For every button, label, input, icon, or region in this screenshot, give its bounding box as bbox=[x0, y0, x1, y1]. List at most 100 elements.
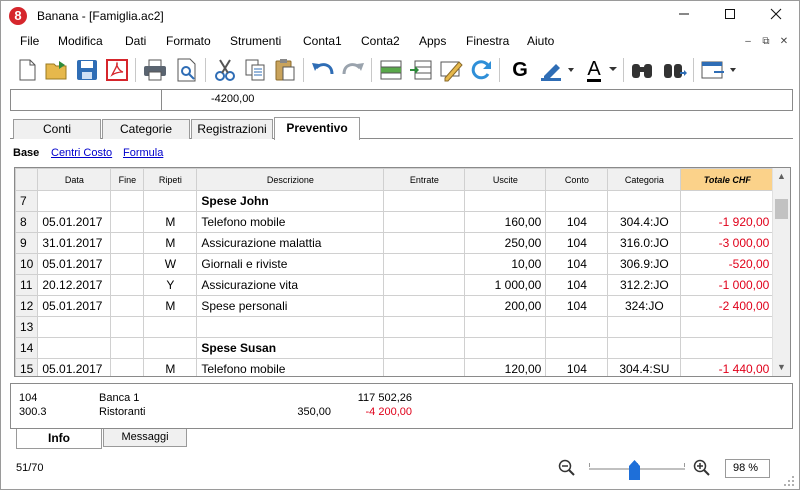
cell-uscite[interactable] bbox=[464, 316, 547, 338]
cell-ripeti[interactable]: M bbox=[143, 358, 198, 376]
cell-descrizione[interactable]: Giornali e riviste bbox=[196, 253, 385, 275]
zoom-slider-thumb[interactable] bbox=[629, 460, 641, 480]
cell-data[interactable] bbox=[37, 337, 112, 359]
highlight-icon[interactable] bbox=[537, 55, 577, 85]
open-folder-icon[interactable] bbox=[43, 55, 71, 85]
menu-file[interactable]: File bbox=[20, 34, 39, 48]
cell-fine[interactable] bbox=[110, 316, 145, 338]
cell-fine[interactable] bbox=[110, 211, 145, 233]
cell-ripeti[interactable]: Y bbox=[143, 274, 198, 296]
banana-app-icon[interactable]: 8 bbox=[9, 7, 27, 25]
menu-strumenti[interactable]: Strumenti bbox=[230, 34, 281, 48]
cell-conto[interactable]: 104 bbox=[545, 274, 609, 296]
view-base[interactable]: Base bbox=[13, 147, 39, 159]
cell-uscite[interactable]: 10,00 bbox=[464, 253, 547, 275]
maximize-button[interactable] bbox=[707, 1, 753, 32]
table-row[interactable]: 10 05.01.2017 W Giornali e riviste 10,00 104 3… bbox=[15, 253, 775, 275]
cell-entrate[interactable] bbox=[383, 190, 466, 212]
menu-formato[interactable]: Formato bbox=[166, 34, 211, 48]
cell-value[interactable]: -4200,00 bbox=[211, 93, 254, 105]
cell-ripeti[interactable] bbox=[143, 337, 198, 359]
cell-data[interactable]: 05.01.2017 bbox=[37, 253, 112, 275]
tab-messaggi[interactable]: Messaggi bbox=[103, 429, 187, 447]
zoom-in-icon[interactable] bbox=[693, 459, 711, 480]
cell-entrate[interactable] bbox=[383, 295, 466, 317]
cell-totale[interactable]: -1 920,00 bbox=[680, 211, 775, 233]
cell-descrizione[interactable]: Assicurazione vita bbox=[196, 274, 385, 296]
mdi-close-icon[interactable]: ✕ bbox=[777, 35, 791, 49]
col-header-data[interactable]: Data bbox=[37, 168, 112, 191]
cell-categoria[interactable]: 316.0:JO bbox=[607, 232, 682, 254]
cell-conto[interactable]: 104 bbox=[545, 295, 609, 317]
scroll-thumb[interactable] bbox=[775, 199, 788, 219]
scroll-down-icon[interactable]: ▼ bbox=[773, 359, 790, 376]
cell-uscite[interactable]: 1 000,00 bbox=[464, 274, 547, 296]
tab-registrazioni[interactable]: Registrazioni bbox=[191, 119, 273, 139]
resize-grip-icon[interactable] bbox=[783, 475, 795, 487]
tab-preventivo[interactable]: Preventivo bbox=[274, 117, 360, 140]
cell-data[interactable]: 31.01.2017 bbox=[37, 232, 112, 254]
cell-uscite[interactable]: 160,00 bbox=[464, 211, 547, 233]
cell-categoria[interactable]: 312.2:JO bbox=[607, 274, 682, 296]
close-button[interactable] bbox=[753, 1, 799, 32]
cell-entrate[interactable] bbox=[383, 253, 466, 275]
cell-conto[interactable]: 104 bbox=[545, 253, 609, 275]
cell-conto[interactable]: 104 bbox=[545, 232, 609, 254]
cell-conto[interactable]: 104 bbox=[545, 211, 609, 233]
menu-aiuto[interactable]: Aiuto bbox=[527, 34, 554, 48]
menu-finestra[interactable]: Finestra bbox=[466, 34, 509, 48]
table-row[interactable]: 12 05.01.2017 M Spese personali 200,00 104 324… bbox=[15, 295, 775, 317]
cell-uscite[interactable] bbox=[464, 190, 547, 212]
cell-categoria[interactable] bbox=[607, 190, 682, 212]
cell-entrate[interactable] bbox=[383, 358, 466, 376]
table-row[interactable]: 14 Spese Susan bbox=[15, 337, 775, 359]
table-row[interactable]: 7 Spese John bbox=[15, 190, 775, 212]
mdi-minimize-icon[interactable]: – bbox=[741, 35, 755, 49]
menu-conta1[interactable]: Conta1 bbox=[303, 34, 342, 48]
cell-conto[interactable] bbox=[545, 190, 609, 212]
cell-fine[interactable] bbox=[110, 337, 145, 359]
cell-reference[interactable] bbox=[11, 90, 162, 110]
cell-fine[interactable] bbox=[110, 253, 145, 275]
edit-icon[interactable] bbox=[437, 55, 465, 85]
cell-fine[interactable] bbox=[110, 190, 145, 212]
bold-icon[interactable]: G bbox=[506, 55, 534, 85]
cell-totale[interactable] bbox=[680, 316, 775, 338]
minimize-button[interactable] bbox=[661, 1, 707, 32]
cell-uscite[interactable]: 120,00 bbox=[464, 358, 547, 376]
cell-data[interactable]: 05.01.2017 bbox=[37, 358, 112, 376]
menu-apps[interactable]: Apps bbox=[419, 34, 446, 48]
col-header-descrizione[interactable]: Descrizione bbox=[196, 168, 385, 191]
cell-data[interactable] bbox=[37, 316, 112, 338]
mdi-restore-icon[interactable]: ⧉ bbox=[759, 35, 773, 49]
tab-info[interactable]: Info bbox=[16, 429, 102, 449]
cell-entrate[interactable] bbox=[383, 337, 466, 359]
pdf-icon[interactable] bbox=[103, 55, 131, 85]
undo-icon[interactable] bbox=[309, 55, 337, 85]
cell-totale[interactable] bbox=[680, 190, 775, 212]
cell-uscite[interactable] bbox=[464, 337, 547, 359]
menu-conta2[interactable]: Conta2 bbox=[361, 34, 400, 48]
table-row[interactable]: 8 05.01.2017 M Telefono mobile 160,00 104 304.… bbox=[15, 211, 775, 233]
col-header-categoria[interactable]: Categoria bbox=[607, 168, 682, 191]
formula-bar[interactable]: -4200,00 bbox=[10, 89, 793, 111]
cell-categoria[interactable]: 324:JO bbox=[607, 295, 682, 317]
zoom-out-icon[interactable] bbox=[558, 459, 576, 480]
redo-icon[interactable] bbox=[339, 55, 367, 85]
col-header-entrate[interactable]: Entrate bbox=[383, 168, 466, 191]
tab-conti[interactable]: Conti bbox=[13, 119, 101, 139]
new-file-icon[interactable] bbox=[13, 55, 41, 85]
col-header-totale[interactable]: Totale CHF bbox=[680, 168, 775, 191]
cell-fine[interactable] bbox=[110, 274, 145, 296]
table-row[interactable]: 11 20.12.2017 Y Assicurazione vita 1 000,00 1… bbox=[15, 274, 775, 296]
cell-categoria[interactable]: 306.9:JO bbox=[607, 253, 682, 275]
cell-totale[interactable]: -2 400,00 bbox=[680, 295, 775, 317]
cut-icon[interactable] bbox=[211, 55, 239, 85]
window-icon[interactable] bbox=[699, 55, 739, 85]
scroll-up-icon[interactable]: ▲ bbox=[773, 168, 790, 185]
cell-ripeti[interactable]: M bbox=[143, 211, 198, 233]
cell-conto[interactable]: 104 bbox=[545, 358, 609, 376]
cell-uscite[interactable]: 200,00 bbox=[464, 295, 547, 317]
menu-dati[interactable]: Dati bbox=[125, 34, 146, 48]
cell-descrizione[interactable]: Assicurazione malattia bbox=[196, 232, 385, 254]
